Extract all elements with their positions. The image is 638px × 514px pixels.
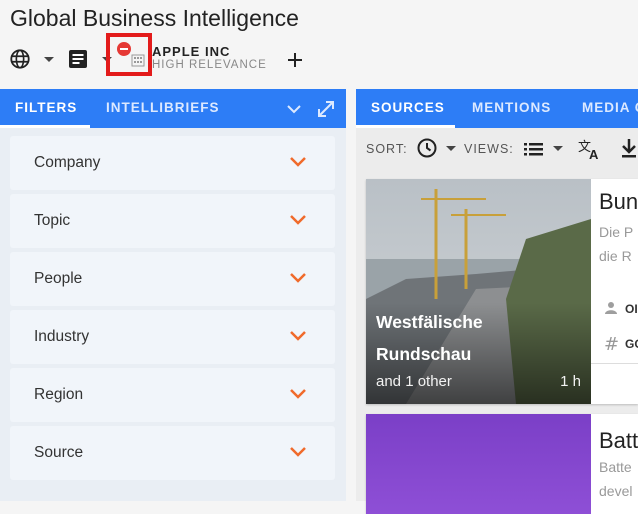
filter-label: People (34, 270, 83, 287)
chevron-down-icon[interactable] (289, 155, 307, 173)
sort-toolbar: SORT: VIEWS: 文A (356, 131, 638, 167)
filter-topic[interactable]: Topic (10, 194, 335, 248)
article-snippet-line2: devel (599, 483, 633, 499)
translate-icon[interactable]: 文A (578, 138, 602, 163)
filter-people[interactable]: People (10, 252, 335, 306)
tab-media[interactable]: MEDIA C (582, 89, 638, 128)
article-other-sources[interactable]: and 1 other (376, 373, 452, 390)
sort-label: SORT: (366, 142, 408, 156)
filter-region[interactable]: Region (10, 368, 335, 422)
article-card[interactable]: Batt Batte devel (366, 414, 638, 514)
entity-toolbar (0, 42, 638, 78)
filter-label: Company (34, 154, 101, 171)
article-snippet: Batte (599, 459, 632, 475)
download-icon[interactable] (620, 137, 638, 162)
article-snippet-line2: die R (599, 248, 632, 264)
active-tab-indicator (356, 125, 455, 128)
right-tabbar: SOURCES MENTIONS MEDIA C (356, 89, 638, 128)
chevron-down-icon[interactable] (289, 445, 307, 463)
article-image[interactable] (366, 414, 591, 514)
chevron-down-icon[interactable] (42, 54, 56, 64)
highlight-box (106, 33, 152, 76)
filter-list: Company Topic People Industry Region Sou… (10, 136, 335, 484)
views-label: VIEWS: (464, 142, 514, 156)
clock-icon[interactable] (417, 138, 437, 161)
filter-label: Industry (34, 328, 90, 345)
filter-source[interactable]: Source (10, 426, 335, 480)
article-headline[interactable]: Bun (599, 189, 638, 215)
globe-icon[interactable] (8, 47, 32, 71)
tab-sources[interactable]: SOURCES (371, 89, 445, 128)
article-source-line2[interactable]: Rundschau (376, 344, 471, 365)
chevron-down-icon[interactable] (289, 213, 307, 231)
svg-text:A: A (589, 147, 599, 160)
hashtag-icon: # (604, 334, 620, 355)
article-image[interactable]: Westfälische Rundschau and 1 other 1 h (366, 179, 591, 404)
filter-industry[interactable]: Industry (10, 310, 335, 364)
entity-name[interactable]: APPLE INC (152, 44, 230, 59)
filter-label: Source (34, 444, 84, 461)
plus-icon[interactable] (284, 49, 306, 71)
article-age: 1 h (560, 373, 581, 390)
article-topic-tag[interactable]: GC (625, 337, 638, 351)
article-snippet: Die P (599, 224, 634, 240)
filter-company[interactable]: Company (10, 136, 335, 190)
filter-label: Topic (34, 212, 71, 229)
article-person-tag[interactable]: OI (625, 302, 638, 316)
tab-mentions[interactable]: MENTIONS (472, 89, 551, 128)
article-source[interactable]: Westfälische (376, 312, 483, 333)
app-title: Global Business Intelligence (10, 5, 299, 31)
document-icon[interactable] (67, 48, 89, 70)
chevron-down-icon[interactable] (289, 329, 307, 347)
chevron-down-icon[interactable] (553, 146, 563, 151)
tab-filters[interactable]: FILTERS (15, 89, 77, 128)
entity-relevance: HIGH RELEVANCE (152, 59, 267, 71)
active-tab-indicator (0, 125, 90, 128)
chevron-down-icon[interactable] (289, 387, 307, 405)
person-icon (604, 301, 618, 320)
chevron-down-icon[interactable] (289, 271, 307, 289)
results-panel: SOURCES MENTIONS MEDIA C SORT: VIEWS: 文A (356, 89, 638, 514)
list-icon[interactable] (524, 141, 544, 160)
tab-intellibriefs[interactable]: INTELLIBRIEFS (106, 89, 220, 128)
article-headline[interactable]: Batt (599, 428, 638, 454)
chevron-down-icon[interactable] (446, 146, 456, 151)
filter-label: Region (34, 386, 84, 403)
card-divider (591, 363, 638, 364)
filters-panel: FILTERS INTELLIBRIEFS Company Topic Peop… (0, 89, 346, 501)
chevron-down-icon[interactable] (286, 102, 302, 116)
left-tabbar: FILTERS INTELLIBRIEFS (0, 89, 346, 128)
article-card[interactable]: Westfälische Rundschau and 1 other 1 h B… (366, 179, 638, 404)
expand-icon[interactable] (315, 98, 337, 120)
